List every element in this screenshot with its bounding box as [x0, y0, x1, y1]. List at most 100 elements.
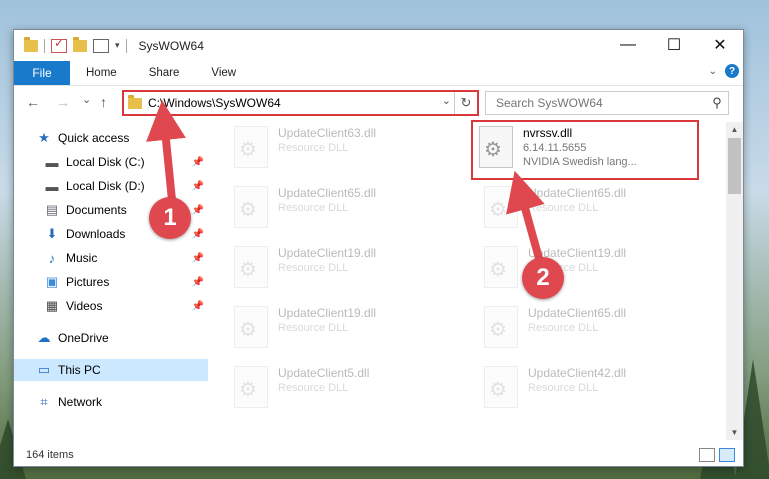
forward-button[interactable]: → [56, 94, 70, 110]
file-item[interactable]: UpdateClient19.dllResource DLL [212, 242, 442, 300]
minimize-button[interactable]: — [605, 30, 651, 60]
ribbon-controls: ⌄ ? [709, 64, 739, 78]
dll-file-icon [234, 186, 268, 228]
toolbar-dropdown-icon[interactable]: ▾ [115, 40, 120, 51]
address-bar[interactable]: C:\Windows\SysWOW64 ⌄ ↻ [122, 90, 479, 116]
file-list: UpdateClient63.dll Resource DLL UpdateCli… [212, 120, 722, 440]
sidebar-item-pictures[interactable]: ▣ Pictures 📌 [14, 271, 208, 293]
step-marker-1: 1 [149, 197, 191, 239]
expand-ribbon-icon[interactable]: ⌄ [709, 66, 717, 77]
network-icon: ⌗ [40, 394, 48, 409]
sidebar-item-local-disk-c[interactable]: ▬ Local Disk (C:) 📌 [14, 151, 208, 173]
dll-file-icon [234, 246, 268, 288]
step-marker-2: 2 [522, 257, 564, 299]
tab-view[interactable]: View [195, 67, 252, 79]
documents-icon: ▤ [45, 202, 59, 217]
navigation-bar: ← → ⌄ ↑ C:\Windows\SysWOW64 ⌄ ↻ ⚲ [14, 85, 743, 120]
file-name: UpdateClient65.dll [278, 186, 377, 200]
customize-toolbar-icon[interactable] [93, 38, 109, 53]
pin-icon[interactable]: 📌 [192, 229, 204, 240]
search-input[interactable] [494, 95, 706, 111]
maximize-button[interactable]: ☐ [651, 30, 697, 60]
dll-file-icon [484, 246, 518, 288]
sidebar-item-label: Pictures [66, 275, 110, 289]
help-icon[interactable]: ? [725, 64, 739, 78]
sidebar-item-this-pc[interactable]: ▭ This PC [14, 359, 208, 381]
sidebar-item-quick-access[interactable]: ★ Quick access [14, 127, 208, 149]
sidebar-item-label: Network [58, 395, 103, 409]
new-folder-icon[interactable] [73, 36, 87, 52]
file-name: UpdateClient5.dll [278, 366, 370, 380]
recent-locations-button[interactable]: ⌄ [82, 93, 91, 106]
sidebar-item-label: Videos [66, 299, 103, 313]
file-item[interactable]: UpdateClient42.dll Resource DLL [462, 362, 692, 420]
address-path[interactable]: C:\Windows\SysWOW64 [148, 96, 281, 110]
sidebar-item-label: Documents [66, 203, 127, 217]
tab-file[interactable]: File [14, 61, 70, 85]
sidebar-item-local-disk-d[interactable]: ▬ Local Disk (D:) 📌 [14, 175, 208, 197]
tab-home[interactable]: Home [70, 67, 133, 79]
dll-file-icon [484, 366, 518, 408]
file-item[interactable]: UpdateClient63.dll Resource DLL [212, 122, 442, 180]
file-item[interactable]: UpdateClient5.dll Resource DLL [212, 362, 442, 420]
close-button[interactable]: ✕ [697, 30, 743, 60]
file-name: nvrssv.dll [523, 126, 573, 140]
pin-icon[interactable]: 📌 [192, 253, 204, 264]
file-type: Resource DLL [278, 382, 349, 394]
scroll-up-icon[interactable]: ▲ [726, 125, 743, 134]
pin-icon[interactable]: 📌 [192, 181, 204, 192]
file-type: Resource DLL [528, 382, 599, 394]
dll-file-icon [234, 306, 268, 348]
file-name: UpdateClient65.dll [528, 186, 627, 200]
window-title: SysWOW64 [138, 38, 204, 53]
sidebar-item-label: Quick access [58, 131, 130, 145]
file-item[interactable]: UpdateClient65.dll Resource DLL [462, 182, 692, 240]
file-item-nvrssv[interactable]: nvrssv.dll 6.14.11.5655 NVIDIA Swedish l… [471, 120, 699, 180]
file-item[interactable]: UpdateClient19.dllResource DLL [462, 242, 692, 300]
file-version: 6.14.11.5655 [523, 142, 587, 154]
file-item[interactable]: UpdateClient19.dllResource DLL [212, 302, 442, 360]
navigation-pane: ★ Quick access ▬ Local Disk (C:) 📌 ▬ Loc… [14, 122, 208, 440]
sidebar-item-music[interactable]: ♪ Music 📌 [14, 247, 208, 269]
scroll-down-icon[interactable]: ▼ [726, 428, 743, 437]
file-type: Resource DLL [278, 142, 349, 154]
sidebar-item-label: Local Disk (D:) [66, 179, 145, 193]
pin-icon[interactable]: 📌 [192, 157, 204, 168]
item-count: 164 items [26, 449, 74, 461]
search-box[interactable]: ⚲ [485, 91, 729, 115]
search-icon[interactable]: ⚲ [706, 95, 728, 111]
chevron-down-icon[interactable]: ⌄ [442, 94, 451, 107]
file-type: Resource DLL [528, 202, 599, 214]
folder-icon[interactable] [24, 36, 38, 52]
file-type: Resource DLL [278, 202, 349, 214]
drive-icon: ▬ [45, 178, 59, 194]
explorer-window: ▾ SysWOW64 — ☐ ✕ File Home Share View ⌄ … [13, 29, 744, 467]
back-button[interactable]: ← [26, 94, 40, 110]
scroll-thumb[interactable] [728, 138, 741, 194]
refresh-icon[interactable]: ↻ [454, 92, 477, 114]
computer-icon: ▭ [37, 362, 51, 377]
tab-share[interactable]: Share [133, 67, 196, 79]
pin-icon[interactable]: 📌 [192, 205, 204, 216]
file-item[interactable]: UpdateClient65.dll Resource DLL [212, 182, 442, 240]
sidebar-item-label: This PC [58, 363, 101, 377]
sidebar-item-onedrive[interactable]: ☁ OneDrive [14, 327, 208, 349]
up-button[interactable]: ↑ [100, 94, 107, 110]
sidebar-item-network[interactable]: ⌗ Network [14, 391, 208, 413]
divider [44, 38, 45, 53]
file-item[interactable]: UpdateClient65.dll Resource DLL [462, 302, 692, 360]
sidebar-item-label: Local Disk (C:) [66, 155, 145, 169]
cloud-icon: ☁ [37, 330, 51, 345]
file-name: UpdateClient19.dll [278, 246, 377, 260]
sidebar-item-videos[interactable]: ▦ Videos 📌 [14, 295, 208, 317]
details-view-icon[interactable] [699, 448, 715, 462]
music-icon: ♪ [48, 250, 56, 266]
tiles-view-icon[interactable] [719, 448, 735, 462]
folder-icon [128, 94, 142, 109]
pin-icon[interactable]: 📌 [192, 301, 204, 312]
download-icon: ⬇ [46, 226, 58, 241]
vertical-scrollbar[interactable]: ▲ ▼ [726, 122, 743, 440]
properties-check-icon[interactable] [51, 36, 67, 53]
file-name: UpdateClient65.dll [528, 306, 627, 320]
pin-icon[interactable]: 📌 [192, 277, 204, 288]
